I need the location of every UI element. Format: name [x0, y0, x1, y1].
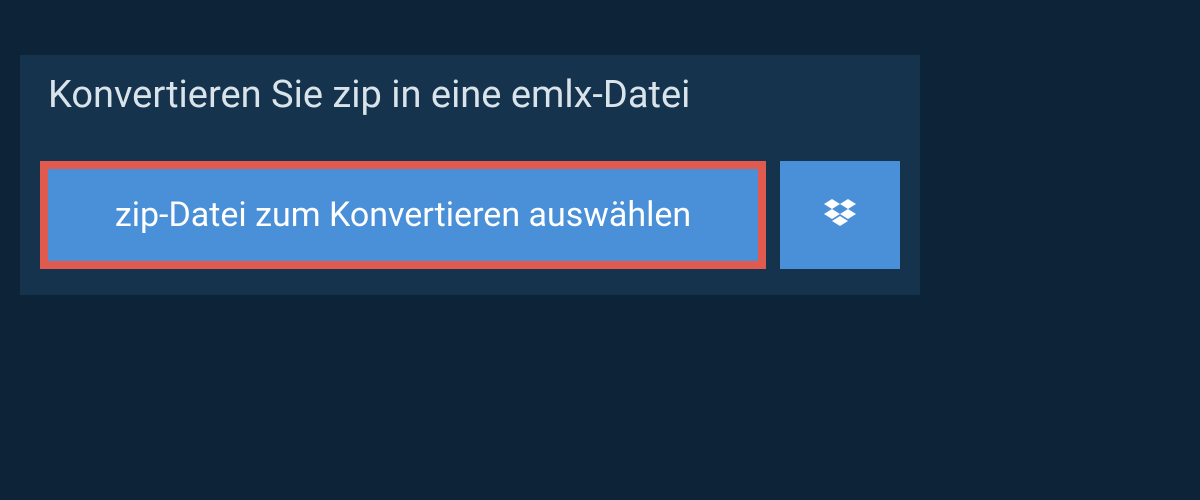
select-file-button[interactable]: zip-Datei zum Konvertieren auswählen: [40, 161, 766, 269]
select-file-label: zip-Datei zum Konvertieren auswählen: [115, 195, 691, 235]
title-bar: Konvertieren Sie zip in eine emlx-Datei: [20, 55, 718, 135]
dropbox-button[interactable]: [780, 161, 900, 269]
page-title: Konvertieren Sie zip in eine emlx-Datei: [48, 73, 690, 117]
button-row: zip-Datei zum Konvertieren auswählen: [20, 135, 920, 295]
converter-panel: Konvertieren Sie zip in eine emlx-Datei …: [20, 55, 920, 295]
dropbox-icon: [820, 195, 860, 235]
